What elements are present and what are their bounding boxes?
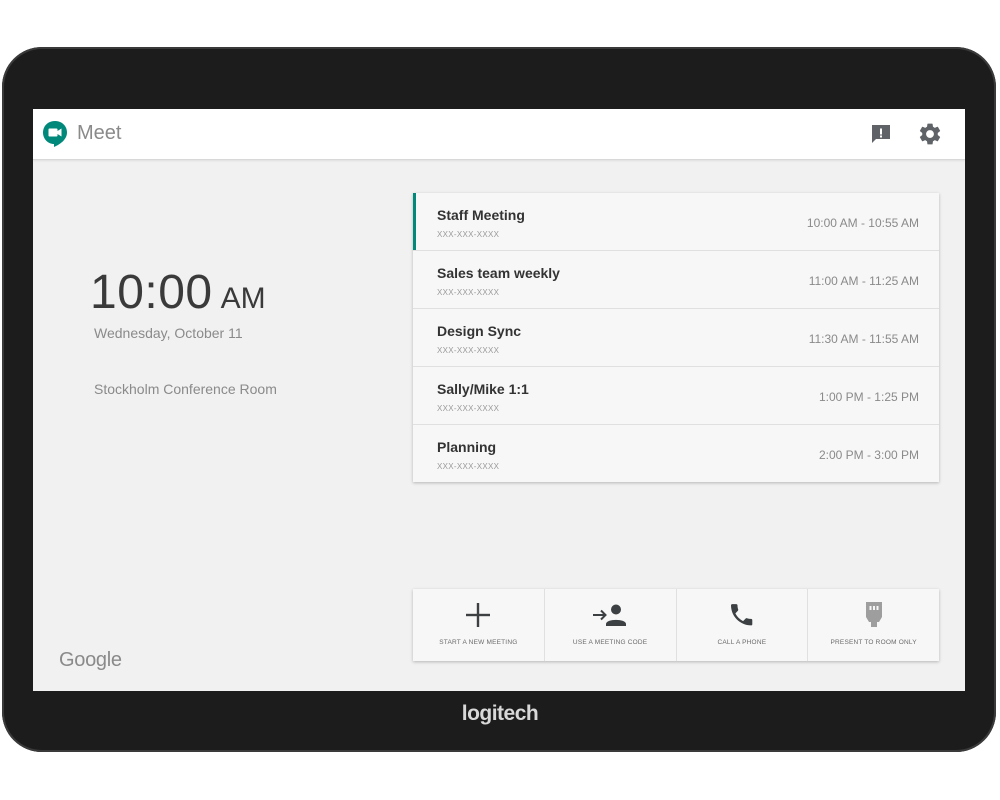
meeting-row[interactable]: Design Sync XXX-XXX-XXXX 11:30 AM - 11:5… — [413, 309, 939, 367]
meeting-row[interactable]: Staff Meeting XXX-XXX-XXXX 10:00 AM - 10… — [413, 193, 939, 251]
action-label: CALL A PHONE — [717, 639, 767, 646]
logitech-logo: logitech — [461, 702, 539, 725]
meeting-title: Planning — [437, 439, 497, 455]
current-date: Wednesday, October 11 — [94, 325, 243, 341]
meeting-time: 10:00 AM - 10:55 AM — [806, 216, 919, 230]
call-phone-button[interactable]: CALL A PHONE — [677, 589, 809, 661]
action-bar: START A NEW MEETING USE A MEETING CODE C… — [413, 589, 939, 661]
google-logo: Google — [59, 649, 122, 671]
start-new-meeting-button[interactable]: START A NEW MEETING — [413, 589, 545, 661]
phone-icon — [730, 604, 753, 626]
hdmi-icon — [865, 602, 882, 627]
top-app-bar: Meet — [33, 109, 965, 160]
feedback-icon[interactable] — [869, 122, 893, 146]
meeting-list: Staff Meeting XXX-XXX-XXXX 10:00 AM - 10… — [413, 193, 939, 482]
clock: 10:00 AM — [90, 265, 266, 320]
meeting-row[interactable]: Sally/Mike 1:1 XXX-XXX-XXXX 1:00 PM - 1:… — [413, 367, 939, 425]
meeting-title: Staff Meeting — [437, 207, 525, 223]
meeting-title: Design Sync — [437, 323, 522, 339]
meeting-time: 11:00 AM - 11:25 AM — [808, 274, 919, 288]
meeting-code: XXX-XXX-XXXX — [437, 462, 500, 471]
meeting-row[interactable]: Sales team weekly XXX-XXX-XXXX 11:00 AM … — [413, 251, 939, 309]
join-person-icon — [593, 604, 627, 626]
gear-icon[interactable] — [917, 121, 943, 147]
present-to-room-button[interactable]: PRESENT TO ROOM ONLY — [808, 589, 939, 661]
meeting-code: XXX-XXX-XXXX — [437, 230, 500, 239]
meet-logo-icon — [43, 121, 67, 147]
use-meeting-code-button[interactable]: USE A MEETING CODE — [545, 589, 677, 661]
touch-screen: Meet 10:00 AM Wednesday, October 11 Stock… — [33, 109, 965, 691]
clock-ampm: AM — [220, 282, 266, 315]
action-label: START A NEW MEETING — [439, 639, 518, 646]
meeting-row[interactable]: Planning XXX-XXX-XXXX 2:00 PM - 3:00 PM — [413, 425, 939, 482]
app-title: Meet — [77, 122, 122, 144]
meeting-time: 2:00 PM - 3:00 PM — [818, 448, 919, 462]
room-name: Stockholm Conference Room — [94, 381, 277, 397]
meeting-title: Sales team weekly — [437, 265, 560, 281]
meeting-time: 1:00 PM - 1:25 PM — [818, 390, 919, 404]
action-label: USE A MEETING CODE — [572, 639, 648, 646]
action-label: PRESENT TO ROOM ONLY — [830, 639, 917, 646]
meeting-code: XXX-XXX-XXXX — [437, 404, 500, 413]
plus-icon — [466, 603, 491, 627]
meeting-code: XXX-XXX-XXXX — [437, 346, 500, 355]
clock-time: 10:00 — [90, 266, 213, 319]
meeting-title: Sally/Mike 1:1 — [437, 381, 529, 397]
meeting-code: XXX-XXX-XXXX — [437, 288, 500, 297]
meeting-time: 11:30 AM - 11:55 AM — [808, 332, 919, 346]
